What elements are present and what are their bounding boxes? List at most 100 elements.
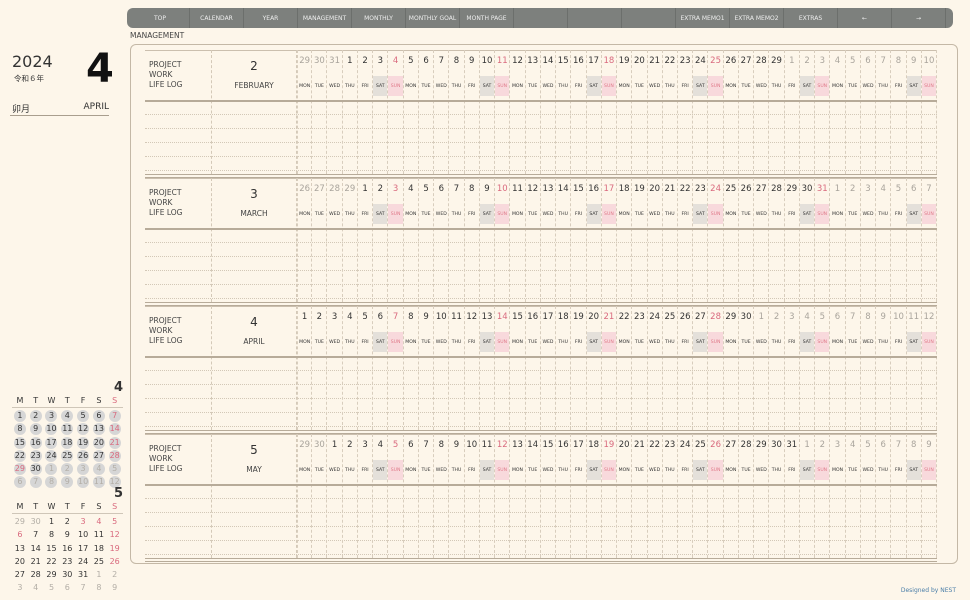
mini-day[interactable]: 24 [75, 555, 91, 568]
day-column[interactable]: 5 FRI [891, 178, 907, 302]
day-column[interactable]: 16 SAT [586, 178, 602, 302]
mini-day[interactable]: 7 [28, 528, 44, 541]
day-column[interactable]: 20 TUE [632, 50, 648, 174]
mini-day[interactable]: 5 [107, 462, 123, 475]
mini-day[interactable]: 7 [75, 581, 91, 594]
day-column[interactable]: 9 THU [876, 306, 892, 430]
mini-day[interactable]: 16 [59, 542, 75, 555]
day-column[interactable]: 1 MON [297, 306, 313, 430]
day-column[interactable]: 9 SAT [906, 50, 922, 174]
mini-day[interactable]: 26 [75, 449, 91, 462]
day-column[interactable]: 14 THU [556, 178, 572, 302]
day-column[interactable]: 1 SAT [799, 434, 816, 558]
nav-item-calendar[interactable]: CALENDAR [190, 8, 244, 28]
nav-item--[interactable]: → [892, 8, 946, 28]
day-column[interactable]: 4 THU [876, 178, 892, 302]
day-column[interactable]: 8 SAT [906, 434, 922, 558]
day-column[interactable]: 2 SUN [815, 434, 831, 558]
day-column[interactable]: 5 SUN [388, 434, 404, 558]
day-column[interactable]: 18 THU [556, 306, 572, 430]
day-column[interactable]: 22 FRI [678, 178, 694, 302]
day-column[interactable]: 6 SAT [373, 306, 389, 430]
day-column[interactable]: 23 TUE [632, 306, 648, 430]
mini-day[interactable]: 16 [28, 436, 44, 449]
day-column[interactable]: 12 FRI [465, 306, 480, 430]
day-column[interactable]: 5 WED [861, 434, 877, 558]
mini-day[interactable]: 2 [59, 515, 75, 528]
mini-day[interactable]: 15 [44, 542, 60, 555]
day-column[interactable]: 11 SAT [479, 434, 496, 558]
day-column[interactable]: 6 MON [830, 306, 846, 430]
day-column[interactable]: 23 SAT [693, 178, 709, 302]
mini-day[interactable]: 3 [12, 581, 28, 594]
day-column[interactable]: 18 SAT [586, 434, 602, 558]
day-column[interactable]: 27 WED [754, 178, 770, 302]
day-column[interactable]: 2 THU [769, 306, 785, 430]
day-column[interactable]: 23 FRI [678, 50, 694, 174]
day-column[interactable]: 11 SAT [906, 306, 922, 430]
mini-day[interactable]: 8 [12, 422, 28, 436]
mini-day[interactable]: 6 [91, 409, 107, 423]
day-column[interactable]: 29 THU [769, 50, 785, 174]
mini-day[interactable]: 5 [75, 409, 91, 423]
mini-day[interactable]: 1 [12, 409, 28, 423]
day-column[interactable]: 24 WED [648, 306, 663, 430]
mini-day[interactable]: 20 [12, 555, 28, 568]
day-column[interactable]: 29 FRI [785, 178, 800, 302]
day-column[interactable]: 30 TUE [739, 306, 755, 430]
nav-item-extras[interactable]: EXTRAS [784, 8, 838, 28]
day-column[interactable]: 5 TUE [419, 178, 435, 302]
day-column[interactable]: 26 MON [724, 50, 739, 174]
nav-item-blank-7[interactable] [514, 8, 568, 28]
day-column[interactable]: 2 SAT [373, 178, 389, 302]
day-column[interactable]: 4 SUN [388, 50, 404, 174]
mini-day[interactable]: 17 [44, 436, 60, 449]
day-column[interactable]: 29 WED [754, 434, 770, 558]
day-column[interactable]: 12 SUN [921, 306, 938, 430]
day-column[interactable]: 25 SAT [693, 434, 709, 558]
day-column[interactable]: 30 SAT [799, 178, 816, 302]
day-column[interactable]: 30 TUE [312, 434, 328, 558]
mini-day[interactable]: 27 [91, 449, 107, 462]
day-column[interactable]: 27 TUE [312, 178, 328, 302]
mini-day[interactable]: 1 [44, 515, 60, 528]
day-column[interactable]: 31 WED [327, 50, 343, 174]
day-column[interactable]: 7 SUN [388, 306, 404, 430]
day-column[interactable]: 5 FRI [358, 306, 374, 430]
day-column[interactable]: 4 MON [830, 50, 846, 174]
day-column[interactable]: 24 FRI [678, 434, 694, 558]
mini-day[interactable]: 6 [59, 581, 75, 594]
day-column[interactable]: 11 THU [449, 306, 465, 430]
day-column[interactable]: 1 WED [327, 434, 343, 558]
mini-day[interactable]: 6 [12, 528, 28, 541]
nav-item-top[interactable]: TOP [131, 8, 190, 28]
day-column[interactable]: 9 SUN [921, 434, 938, 558]
mini-day[interactable]: 2 [107, 568, 123, 581]
day-column[interactable]: 5 TUE [846, 50, 861, 174]
day-column[interactable]: 30 THU [769, 434, 785, 558]
day-column[interactable]: 4 SAT [373, 434, 389, 558]
mini-day[interactable]: 12 [107, 528, 123, 541]
day-column[interactable]: 10 SUN [495, 178, 511, 302]
day-column[interactable]: 19 FRI [571, 306, 587, 430]
day-column[interactable]: 20 SAT [586, 306, 602, 430]
day-column[interactable]: 3 SAT [373, 50, 389, 174]
mini-day[interactable]: 31 [75, 568, 91, 581]
day-column[interactable]: 4 TUE [846, 434, 861, 558]
mini-day[interactable]: 5 [44, 581, 60, 594]
mini-day[interactable]: 19 [107, 542, 123, 555]
day-column[interactable]: 27 MON [724, 434, 739, 558]
mini-day[interactable]: 17 [75, 542, 91, 555]
day-column[interactable]: 11 SUN [495, 50, 511, 174]
day-column[interactable]: 27 TUE [739, 50, 755, 174]
day-column[interactable]: 9 SAT [479, 178, 496, 302]
day-column[interactable]: 2 SAT [799, 50, 816, 174]
day-column[interactable]: 17 WED [541, 306, 557, 430]
day-column[interactable]: 6 WED [434, 178, 450, 302]
day-column[interactable]: 29 MON [724, 306, 739, 430]
day-column[interactable]: 29 THU [343, 178, 358, 302]
mini-day[interactable]: 15 [12, 436, 28, 449]
day-column[interactable]: 27 SAT [693, 306, 709, 430]
nav-item-month-page[interactable]: MONTH PAGE [460, 8, 514, 28]
mini-day[interactable]: 8 [44, 528, 60, 541]
